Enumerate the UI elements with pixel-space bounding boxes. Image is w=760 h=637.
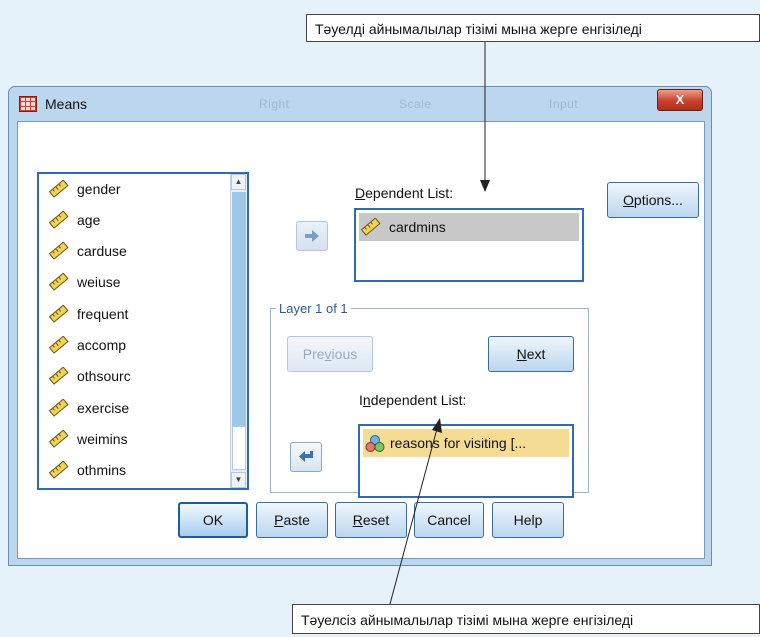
ghost-menu-item: Right bbox=[259, 97, 290, 111]
move-to-independent-button[interactable] bbox=[290, 442, 322, 472]
next-button[interactable]: Next bbox=[488, 336, 574, 372]
layer-legend: Layer 1 of 1 bbox=[276, 301, 351, 316]
scale-ruler-icon bbox=[49, 180, 69, 198]
list-item[interactable]: weiuse bbox=[49, 270, 121, 294]
scroll-thumb[interactable] bbox=[232, 426, 246, 470]
list-item[interactable]: gender bbox=[49, 177, 121, 201]
ghost-menu-item: Input bbox=[549, 97, 579, 111]
scale-ruler-icon bbox=[49, 211, 69, 229]
title-bar: Means Right Scale Input X bbox=[9, 87, 711, 121]
list-item[interactable]: cardmins bbox=[359, 213, 579, 241]
list-item-label: cardmins bbox=[389, 219, 446, 235]
list-item-label: weiuse bbox=[77, 274, 121, 290]
list-item[interactable]: othsourc bbox=[49, 364, 131, 388]
reset-button[interactable]: Reset bbox=[335, 502, 407, 538]
bottom-annotation: Тәуелсіз айнымалылар тізімі мына жерге е… bbox=[292, 604, 760, 634]
list-item[interactable]: accomp bbox=[49, 333, 126, 357]
list-item[interactable]: exercise bbox=[49, 396, 129, 420]
scale-ruler-icon bbox=[49, 305, 69, 323]
scale-ruler-icon bbox=[49, 461, 69, 479]
nominal-circles-icon bbox=[365, 435, 385, 452]
ok-button[interactable]: OK bbox=[178, 502, 248, 538]
move-to-dependent-button[interactable] bbox=[296, 221, 328, 251]
list-item-label: accomp bbox=[77, 337, 127, 353]
scroll-down-icon[interactable]: ▼ bbox=[231, 472, 246, 488]
list-item-label: weimins bbox=[77, 431, 128, 447]
list-item-label: gender bbox=[77, 181, 121, 197]
scale-ruler-icon bbox=[49, 399, 69, 417]
variable-list[interactable]: gender age carduse weiuse frequent accom… bbox=[37, 172, 249, 490]
help-button[interactable]: Help bbox=[492, 502, 564, 538]
spss-table-icon bbox=[19, 96, 37, 112]
arrow-right-icon bbox=[305, 230, 319, 242]
scale-ruler-icon bbox=[361, 218, 381, 236]
cancel-button[interactable]: Cancel bbox=[414, 502, 484, 538]
list-item[interactable]: othmins bbox=[49, 458, 126, 482]
previous-button[interactable]: Pre v ious bbox=[287, 336, 373, 372]
list-item[interactable]: reasons for visiting [... bbox=[363, 429, 569, 457]
list-item[interactable]: frequent bbox=[49, 302, 128, 326]
list-item-label: exercise bbox=[77, 400, 130, 416]
scale-ruler-icon bbox=[49, 430, 69, 448]
list-item-label: age bbox=[77, 212, 101, 228]
scale-ruler-icon bbox=[49, 367, 69, 385]
scale-ruler-icon bbox=[49, 336, 69, 354]
top-annotation: Тәуелді айнымалылар тізімі мына жерге ен… bbox=[306, 14, 760, 42]
list-item-label: othmins bbox=[77, 462, 127, 478]
list-item-label: frequent bbox=[77, 306, 129, 322]
dependent-list-label: Dependent List: bbox=[355, 185, 454, 201]
list-item-label: carduse bbox=[77, 243, 127, 259]
dependent-list[interactable]: cardmins bbox=[354, 208, 584, 282]
independent-list-label: Independent List: bbox=[359, 392, 467, 408]
ghost-menu-item: Scale bbox=[399, 97, 432, 111]
list-item-label: reasons for visiting [... bbox=[390, 435, 527, 451]
window-title: Means bbox=[45, 96, 88, 112]
close-button[interactable]: X bbox=[657, 89, 703, 111]
list-item-label: othsourc bbox=[77, 368, 131, 384]
options-button[interactable]: Options... bbox=[607, 182, 699, 218]
means-dialog: Means Right Scale Input X gender age car… bbox=[8, 86, 712, 566]
independent-list[interactable]: reasons for visiting [... bbox=[358, 424, 574, 498]
list-item[interactable]: carduse bbox=[49, 239, 127, 263]
scale-ruler-icon bbox=[49, 273, 69, 291]
scale-ruler-icon bbox=[49, 242, 69, 260]
list-item[interactable]: age bbox=[49, 208, 100, 232]
vertical-scrollbar[interactable]: ▲ ▼ bbox=[230, 174, 247, 488]
scroll-up-icon[interactable]: ▲ bbox=[231, 174, 246, 190]
dialog-body: gender age carduse weiuse frequent accom… bbox=[17, 121, 705, 559]
close-icon: X bbox=[675, 92, 685, 107]
list-item[interactable]: weimins bbox=[49, 427, 128, 451]
paste-button[interactable]: Paste bbox=[256, 502, 328, 538]
arrow-left-icon bbox=[299, 451, 313, 462]
